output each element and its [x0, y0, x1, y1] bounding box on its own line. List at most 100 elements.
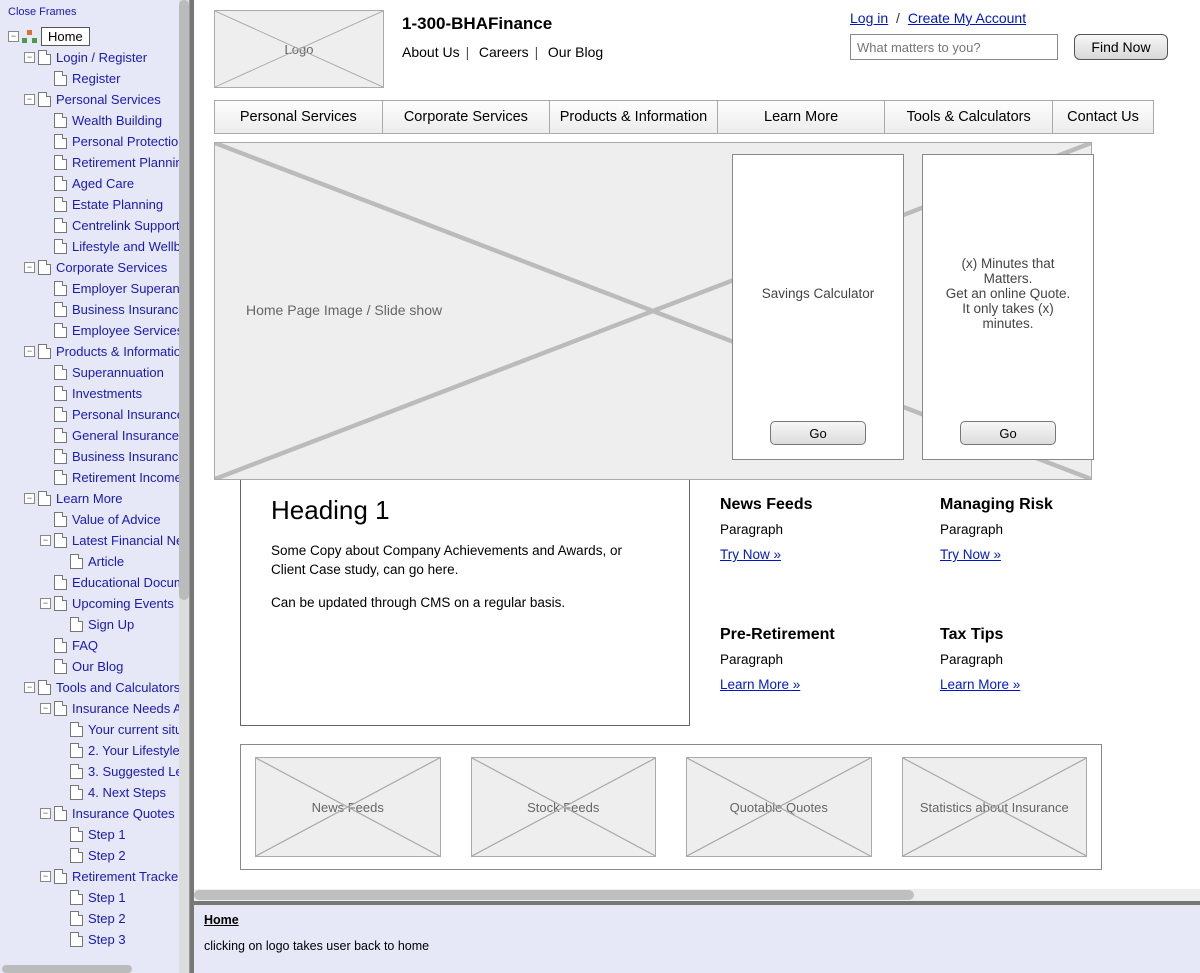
nav-contact-us[interactable]: Contact Us [1053, 101, 1153, 133]
tree-item[interactable]: Business Insurance [4, 299, 190, 320]
tree-item[interactable]: − Retirement Tracker [4, 866, 190, 887]
find-now-button[interactable]: Find Now [1074, 34, 1168, 60]
tree-item[interactable]: Employee Services [4, 320, 190, 341]
tree-item[interactable]: Superannuation [4, 362, 190, 383]
nav-learn-more[interactable]: Learn More [718, 101, 886, 133]
tree-item[interactable]: 3. Suggested Level [4, 761, 190, 782]
tile-placeholder[interactable]: Statistics about Insurance [902, 757, 1088, 857]
tree-item[interactable]: Step 3 [4, 929, 190, 950]
expand-toggle-icon[interactable]: − [24, 262, 35, 273]
tree-item-label: Retirement Tracker [72, 869, 183, 884]
tree-item[interactable]: Employer Superannuation [4, 278, 190, 299]
tree-item[interactable]: 4. Next Steps [4, 782, 190, 803]
expand-toggle-icon[interactable]: − [24, 493, 35, 504]
tree-item[interactable]: Register [4, 68, 190, 89]
feature-link[interactable]: Learn More » [940, 677, 1020, 692]
tree-item[interactable]: FAQ [4, 635, 190, 656]
tree-item[interactable]: Educational Documents [4, 572, 190, 593]
close-frames-link[interactable]: Close Frames [0, 0, 190, 24]
tree-item[interactable]: −Corporate Services [4, 257, 190, 278]
tree-item[interactable]: −Home [4, 26, 190, 47]
expand-toggle-icon[interactable]: − [40, 871, 51, 882]
page-icon [54, 197, 67, 212]
tree-item[interactable]: Step 1 [4, 887, 190, 908]
link-careers[interactable]: Careers [479, 44, 529, 60]
expand-toggle-icon[interactable]: − [24, 346, 35, 357]
tree-item[interactable]: −Latest Financial News [4, 530, 190, 551]
hero-card-quote-body: (x) Minutes that Matters. Get an online … [933, 165, 1083, 421]
tree-item[interactable]: Estate Planning [4, 194, 190, 215]
tree-item[interactable]: Value of Advice [4, 509, 190, 530]
feature-link[interactable]: Try Now » [940, 547, 1001, 562]
tree-item[interactable]: Personal Protection [4, 131, 190, 152]
notes-body: clicking on logo takes user back to home [204, 939, 1190, 953]
tree-item[interactable]: 2. Your Lifestyle Expenses [4, 740, 190, 761]
tree-item[interactable]: Step 2 [4, 908, 190, 929]
tree-item[interactable]: Step 1 [4, 824, 190, 845]
tree-item[interactable]: −Products & Information [4, 341, 190, 362]
tile-placeholder[interactable]: Stock Feeds [471, 757, 657, 857]
notes-title: Home [204, 913, 1190, 927]
tile-placeholder[interactable]: Quotable Quotes [686, 757, 872, 857]
tree-item-label: Retirement Planning [72, 155, 190, 170]
tree-item[interactable]: −Insurance Needs Analysis [4, 698, 190, 719]
page-icon [54, 449, 67, 464]
tree-item[interactable]: Investments [4, 383, 190, 404]
tree-item[interactable]: Our Blog [4, 656, 190, 677]
expand-toggle-icon[interactable]: − [40, 703, 51, 714]
expand-toggle-icon[interactable]: − [40, 598, 51, 609]
tree-item[interactable]: Step 2 [4, 845, 190, 866]
feature-title: Tax Tips [940, 626, 1150, 644]
page-icon [38, 491, 51, 506]
sidebar-scrollbar-vertical[interactable] [179, 0, 189, 973]
nav-tools-calculators[interactable]: Tools & Calculators [885, 101, 1053, 133]
sidebar-scrollbar-horizontal[interactable] [0, 963, 189, 973]
tree-item[interactable]: Wealth Building [4, 110, 190, 131]
tile-placeholder[interactable]: News Feeds [255, 757, 441, 857]
expand-toggle-icon[interactable]: − [24, 682, 35, 693]
tree-item[interactable]: Lifestyle and Wellbeing [4, 236, 190, 257]
nav-personal-services[interactable]: Personal Services [215, 101, 383, 133]
expand-toggle-icon[interactable]: − [40, 808, 51, 819]
link-blog[interactable]: Our Blog [548, 44, 603, 60]
feature-link[interactable]: Try Now » [720, 547, 781, 562]
go-button-quote[interactable]: Go [960, 421, 1056, 445]
tree-item[interactable]: General Insurance [4, 425, 190, 446]
tree-item[interactable]: −Insurance Quotes [4, 803, 190, 824]
tree-item[interactable]: Retirement Planning [4, 152, 190, 173]
tree-item[interactable]: Personal Insurance [4, 404, 190, 425]
tree-item[interactable]: Article [4, 551, 190, 572]
page-icon [54, 302, 67, 317]
tree-item[interactable]: Centrelink Support [4, 215, 190, 236]
logo-placeholder[interactable]: Logo [214, 10, 384, 88]
tree-item[interactable]: −Tools and Calculators [4, 677, 190, 698]
tree-item[interactable]: Business Insurance [4, 446, 190, 467]
expand-toggle-icon[interactable]: − [8, 31, 19, 42]
canvas-scrollbar-horizontal[interactable] [194, 889, 1200, 901]
tree-item[interactable]: −Upcoming Events [4, 593, 190, 614]
tree-item[interactable]: Sign Up [4, 614, 190, 635]
search-input[interactable] [850, 34, 1058, 60]
nav-corporate-services[interactable]: Corporate Services [383, 101, 551, 133]
tree-item-label: Business Insurance [72, 302, 185, 317]
nav-products-information[interactable]: Products & Information [550, 101, 718, 133]
create-account-link[interactable]: Create My Account [908, 10, 1026, 26]
go-button-savings[interactable]: Go [770, 421, 866, 445]
expand-toggle-icon[interactable]: − [40, 535, 51, 546]
tree-item[interactable]: Your current situation [4, 719, 190, 740]
expand-toggle-icon[interactable]: − [24, 94, 35, 105]
tree-item[interactable]: −Login / Register [4, 47, 190, 68]
login-link[interactable]: Log in [850, 10, 888, 26]
expand-toggle-icon[interactable]: − [24, 52, 35, 63]
tree-item[interactable]: Retirement Income [4, 467, 190, 488]
tree-item[interactable]: −Personal Services [4, 89, 190, 110]
tree-item[interactable]: −Learn More [4, 488, 190, 509]
tree-item-label: Wealth Building [72, 113, 162, 128]
tree-item-label: FAQ [72, 638, 98, 653]
link-about[interactable]: About Us [402, 44, 460, 60]
tree-item-label: Step 1 [88, 827, 126, 842]
tree-item-label: Personal Protection [72, 134, 185, 149]
tree-item[interactable]: Aged Care [4, 173, 190, 194]
tree-item-label: Personal Insurance [72, 407, 184, 422]
feature-link[interactable]: Learn More » [720, 677, 800, 692]
